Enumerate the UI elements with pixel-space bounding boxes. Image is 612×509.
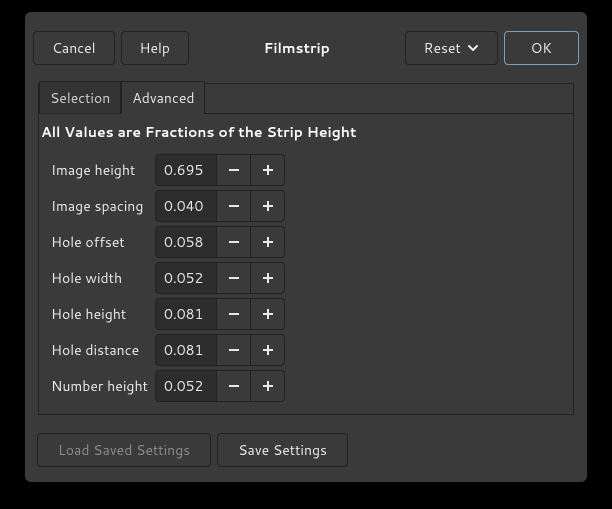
- section-heading: All Values are Fractions of the Strip He…: [39, 122, 573, 148]
- row-hole-distance: Hole distance: [51, 332, 573, 368]
- increment-image-spacing[interactable]: [251, 190, 285, 222]
- label-hole-width: Hole width: [51, 268, 155, 288]
- tab-body-advanced: All Values are Fractions of the Strip He…: [39, 114, 573, 414]
- input-number-height[interactable]: [155, 370, 217, 402]
- tab-advanced[interactable]: Advanced: [121, 81, 205, 114]
- increment-number-height[interactable]: [251, 370, 285, 402]
- plus-icon: [261, 307, 275, 321]
- increment-hole-height[interactable]: [251, 298, 285, 330]
- increment-hole-distance[interactable]: [251, 334, 285, 366]
- row-image-spacing: Image spacing: [51, 188, 573, 224]
- plus-icon: [261, 199, 275, 213]
- label-hole-offset: Hole offset: [51, 232, 155, 252]
- input-hole-width[interactable]: [155, 262, 217, 294]
- help-button[interactable]: Help: [121, 31, 189, 65]
- decrement-hole-height[interactable]: [217, 298, 251, 330]
- row-image-height: Image height: [51, 152, 573, 188]
- row-hole-width: Hole width: [51, 260, 573, 296]
- decrement-hole-distance[interactable]: [217, 334, 251, 366]
- row-hole-height: Hole height: [51, 296, 573, 332]
- dialog-title: Filmstrip: [195, 38, 399, 58]
- label-image-spacing: Image spacing: [51, 196, 155, 216]
- increment-image-height[interactable]: [251, 154, 285, 186]
- minus-icon: [227, 307, 241, 321]
- minus-icon: [227, 163, 241, 177]
- filmstrip-dialog: Cancel Help Filmstrip Reset OK Selection…: [25, 12, 587, 482]
- tab-bar: Selection Advanced: [39, 84, 573, 113]
- minus-icon: [227, 343, 241, 357]
- decrement-hole-offset[interactable]: [217, 226, 251, 258]
- plus-icon: [261, 163, 275, 177]
- plus-icon: [261, 343, 275, 357]
- label-hole-distance: Hole distance: [51, 340, 155, 360]
- tab-selection[interactable]: Selection: [39, 81, 121, 114]
- decrement-hole-width[interactable]: [217, 262, 251, 294]
- row-hole-offset: Hole offset: [51, 224, 573, 260]
- dialog-header: Cancel Help Filmstrip Reset OK: [25, 30, 587, 66]
- label-hole-height: Hole height: [51, 304, 155, 324]
- row-number-height: Number height: [51, 368, 573, 404]
- minus-icon: [227, 379, 241, 393]
- label-image-height: Image height: [51, 160, 155, 180]
- reset-button[interactable]: Reset: [405, 31, 498, 65]
- minus-icon: [227, 199, 241, 213]
- increment-hole-width[interactable]: [251, 262, 285, 294]
- ok-button[interactable]: OK: [504, 31, 579, 65]
- minus-icon: [227, 271, 241, 285]
- settings-panel: Selection Advanced All Values are Fracti…: [38, 83, 574, 415]
- plus-icon: [261, 235, 275, 249]
- input-hole-height[interactable]: [155, 298, 217, 330]
- plus-icon: [261, 379, 275, 393]
- save-settings-button[interactable]: Save Settings: [217, 433, 348, 467]
- minus-icon: [227, 235, 241, 249]
- field-rows: Image height Image spacing: [39, 148, 573, 404]
- reset-label: Reset: [424, 38, 461, 58]
- input-hole-offset[interactable]: [155, 226, 217, 258]
- increment-hole-offset[interactable]: [251, 226, 285, 258]
- dialog-footer: Load Saved Settings Save Settings: [37, 433, 348, 467]
- input-image-spacing[interactable]: [155, 190, 217, 222]
- label-number-height: Number height: [51, 376, 155, 396]
- load-saved-settings-button[interactable]: Load Saved Settings: [37, 433, 211, 467]
- decrement-number-height[interactable]: [217, 370, 251, 402]
- decrement-image-height[interactable]: [217, 154, 251, 186]
- cancel-button[interactable]: Cancel: [33, 31, 115, 65]
- input-image-height[interactable]: [155, 154, 217, 186]
- input-hole-distance[interactable]: [155, 334, 217, 366]
- chevron-down-icon: [467, 42, 479, 54]
- plus-icon: [261, 271, 275, 285]
- decrement-image-spacing[interactable]: [217, 190, 251, 222]
